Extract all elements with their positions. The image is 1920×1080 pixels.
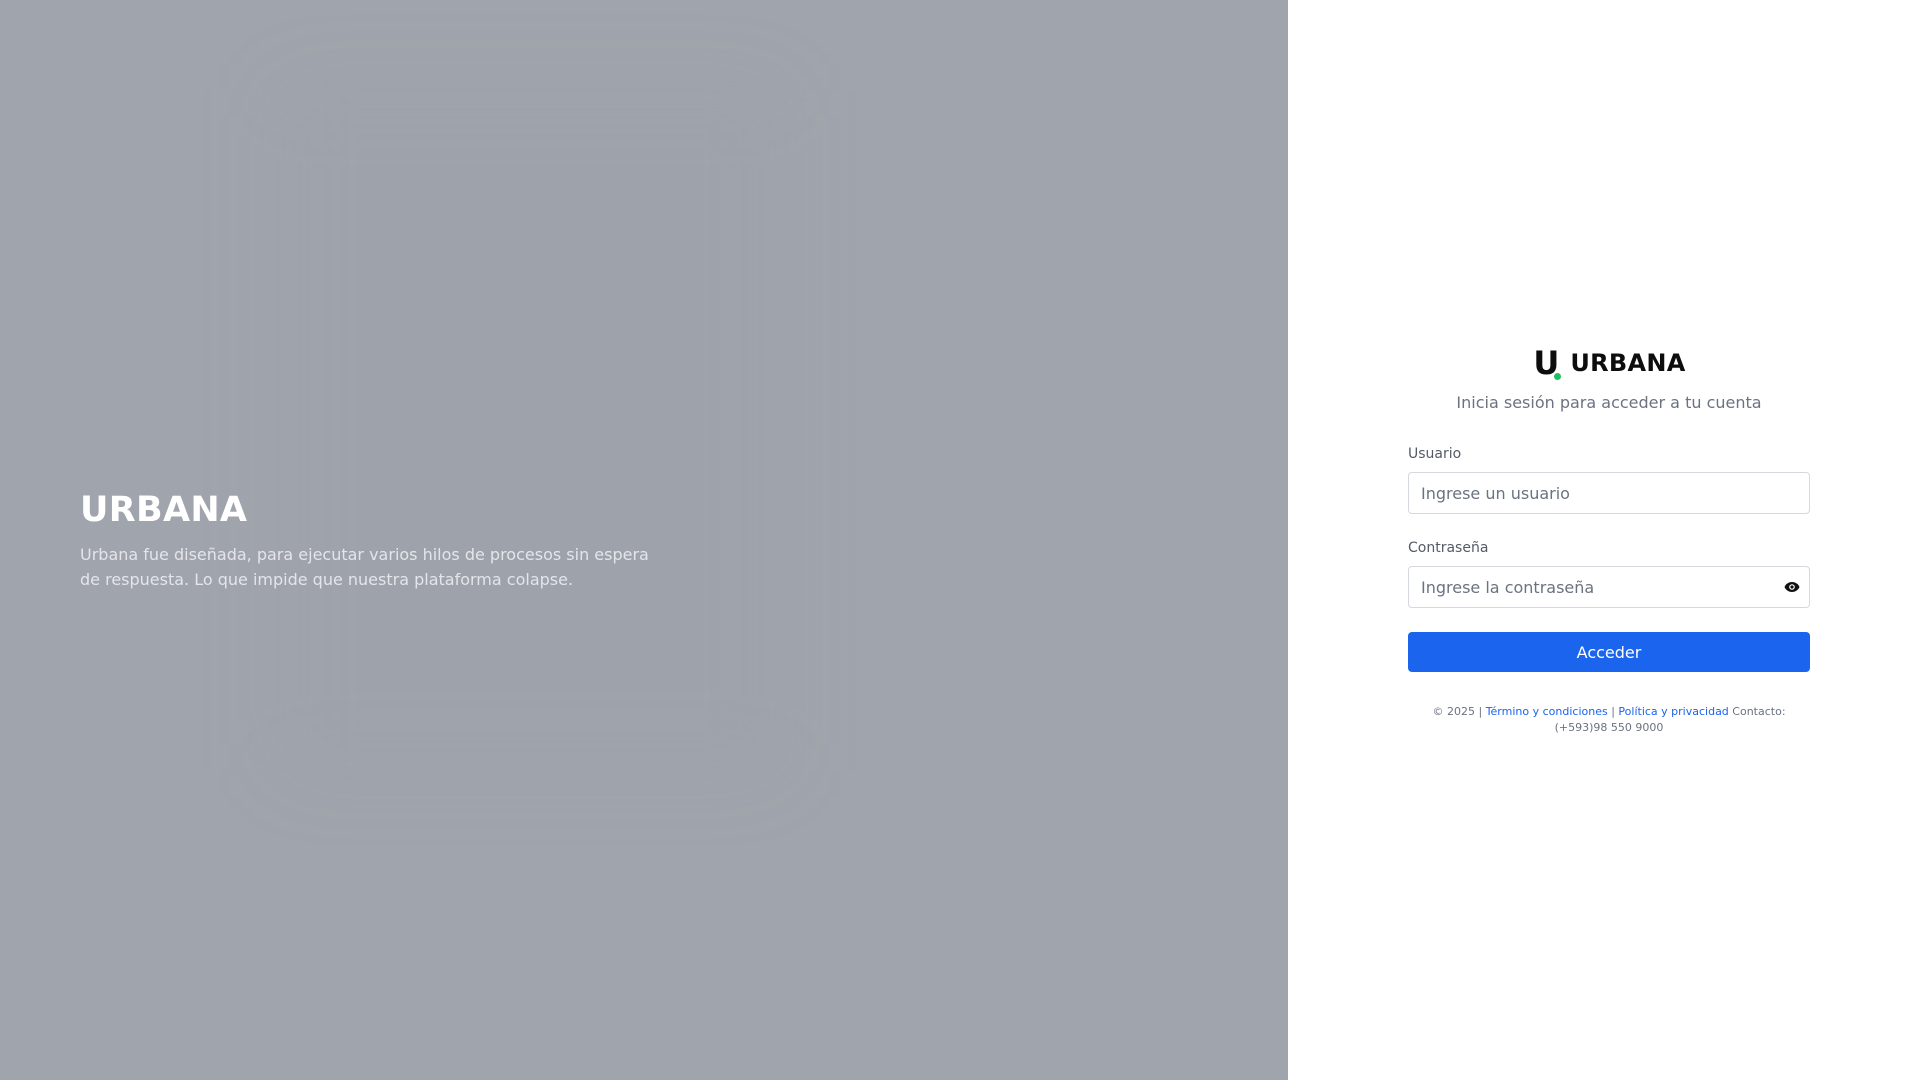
login-footer: © 2025 | Término y condiciones | Polític… [1408,704,1810,736]
copyright-text: © 2025 [1432,705,1475,718]
username-label: Usuario [1408,446,1462,462]
username-input-wrap [1408,472,1810,514]
login-submit-button[interactable]: Acceder [1408,632,1810,672]
privacy-link[interactable]: Política y privacidad [1618,705,1728,718]
hero-content: URBANA Urbana fue diseñada, para ejecuta… [80,490,660,592]
login-page: URBANA Urbana fue diseñada, para ejecuta… [0,0,1920,1080]
hero-description: Urbana fue diseñada, para ejecutar vario… [80,545,649,589]
hero-panel: URBANA Urbana fue diseñada, para ejecuta… [0,0,1288,1080]
password-input-wrap [1408,566,1810,608]
password-field-group: Contraseña [1408,540,1810,608]
login-form: U URBANA Inicia sesión para acceder a tu… [1408,345,1810,736]
brand-logo-dot [1554,373,1562,380]
brand: U URBANA [1408,345,1810,381]
footer-separator: | [1478,705,1483,718]
contact-phone: (+593)98 550 9000 [1554,721,1664,734]
toggle-password-visibility-button[interactable] [1782,577,1802,597]
brand-logo-icon: U [1532,347,1562,380]
password-input[interactable] [1408,566,1810,608]
username-input[interactable] [1408,472,1810,514]
hero-background-shade [280,90,780,770]
eye-icon [1784,582,1800,592]
password-label: Contraseña [1408,540,1489,556]
login-panel: U URBANA Inicia sesión para acceder a tu… [1288,0,1920,1080]
brand-name: URBANA [1570,349,1686,377]
login-subtitle: Inicia sesión para acceder a tu cuenta [1456,393,1762,412]
hero-title: URBANA [80,490,248,530]
username-field-group: Usuario [1408,446,1810,514]
contact-label: Contacto: [1732,705,1786,718]
terms-link[interactable]: Término y condiciones [1486,705,1608,718]
footer-separator: | [1611,705,1615,718]
